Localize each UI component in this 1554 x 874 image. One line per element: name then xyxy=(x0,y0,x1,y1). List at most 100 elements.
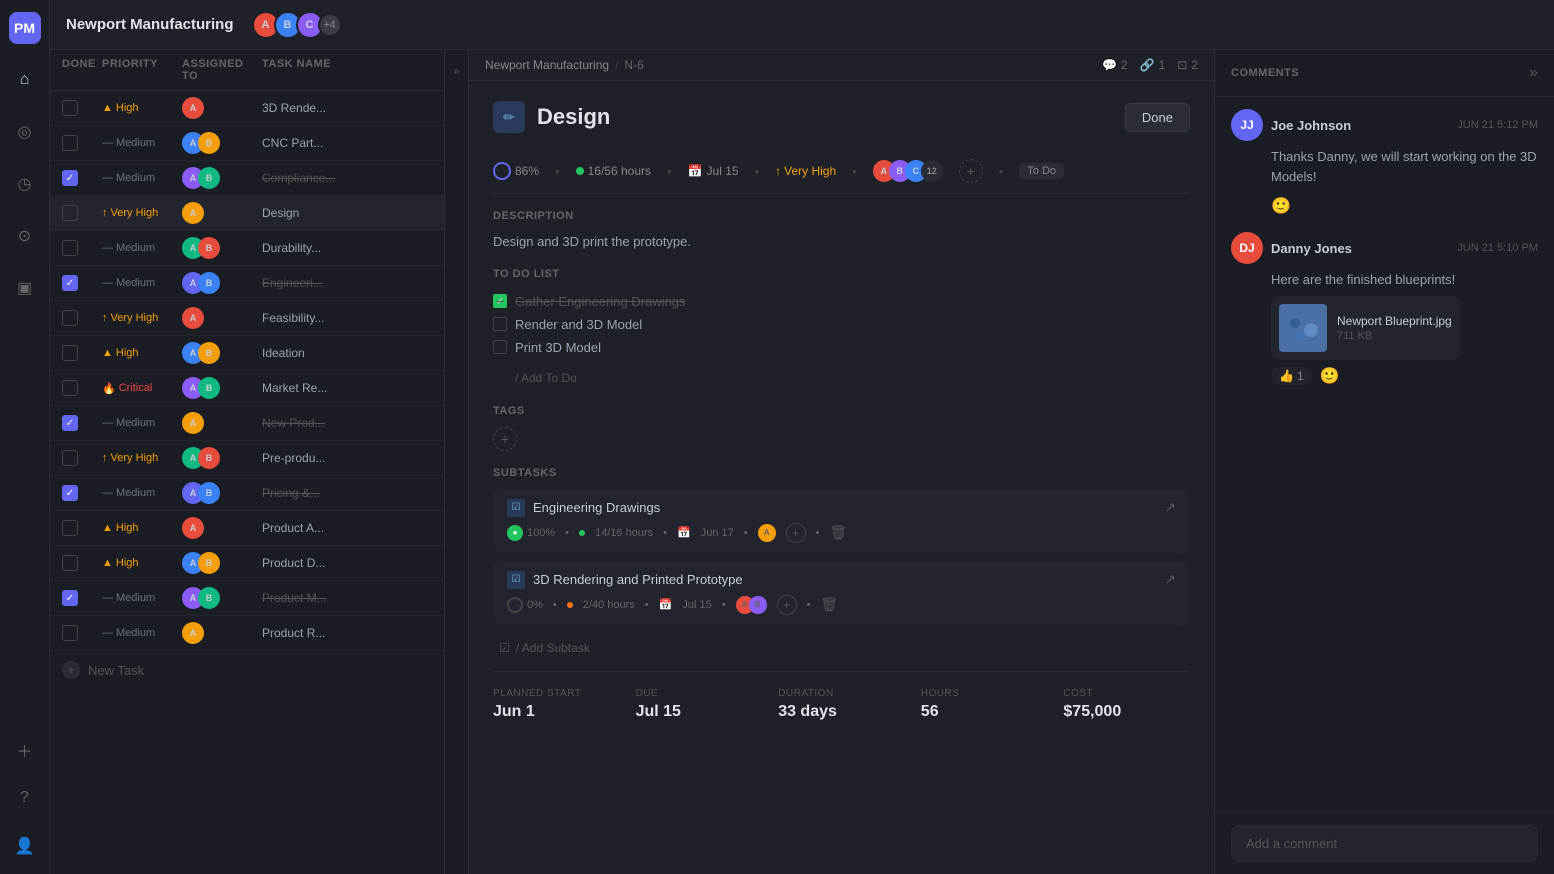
expand-collapse-btn[interactable]: » xyxy=(445,50,469,874)
task-row[interactable]: ▲High A B Ideation xyxy=(50,336,444,371)
task-checkbox-0[interactable] xyxy=(62,100,78,116)
task-row[interactable]: —Medium A B CNC Part... xyxy=(50,126,444,161)
task-checkbox-2[interactable]: ✓ xyxy=(62,170,78,186)
add-subtask-button[interactable]: ☑ / Add Subtask xyxy=(493,633,1190,655)
subtask-1-add-btn[interactable]: + xyxy=(786,523,806,543)
task-checkbox-1[interactable] xyxy=(62,135,78,151)
task-done-check[interactable] xyxy=(62,345,102,361)
user-profile-icon[interactable]: 👤 xyxy=(9,830,41,862)
assignee-avatar: A xyxy=(182,307,204,329)
subtask-item-1: ☑ Engineering Drawings ↗ ● 100% • 14/16 … xyxy=(493,489,1190,553)
add-todo-button[interactable]: / Add To Do xyxy=(493,367,1190,389)
subtask-2-name[interactable]: 3D Rendering and Printed Prototype xyxy=(533,572,1156,587)
col-assigned: ASSIGNED TO xyxy=(182,58,262,82)
subtask-2-link-icon[interactable]: ↗ xyxy=(1164,571,1176,588)
add-icon[interactable]: ＋ xyxy=(9,734,41,766)
task-done-check[interactable] xyxy=(62,450,102,466)
task-done-check[interactable]: ✓ xyxy=(62,590,102,606)
task-row[interactable]: ✓ —Medium A B Product M... xyxy=(50,581,444,616)
task-priority-9: —Medium xyxy=(102,417,182,429)
status-meta[interactable]: To Do xyxy=(1019,163,1064,179)
done-button[interactable]: Done xyxy=(1125,103,1190,132)
task-checkbox-3[interactable] xyxy=(62,205,78,221)
home-icon[interactable]: ⌂ xyxy=(9,64,41,96)
app-logo[interactable]: PM xyxy=(9,12,41,44)
task-checkbox-15[interactable] xyxy=(62,625,78,641)
task-done-check[interactable]: ✓ xyxy=(62,170,102,186)
task-done-check[interactable] xyxy=(62,380,102,396)
task-checkbox-6[interactable] xyxy=(62,310,78,326)
task-row[interactable]: ↑Very High A Design xyxy=(50,196,444,231)
add-task-row[interactable]: + New Task xyxy=(50,651,444,689)
task-row[interactable]: ✓ —Medium A New Prod... xyxy=(50,406,444,441)
folder-icon[interactable]: ▣ xyxy=(9,272,41,304)
task-checkbox-10[interactable] xyxy=(62,450,78,466)
comment-2-emoji-btn[interactable]: 🙂 xyxy=(1320,366,1340,386)
subtask-1-delete-btn[interactable]: 🗑 xyxy=(829,524,847,541)
subtask-1-name[interactable]: Engineering Drawings xyxy=(533,500,1156,515)
task-row[interactable]: ▲High A B Product D... xyxy=(50,546,444,581)
notifications-icon[interactable]: ◎ xyxy=(9,116,41,148)
todo-check-2[interactable] xyxy=(493,317,507,331)
todo-item-3[interactable]: Print 3D Model xyxy=(493,336,1190,359)
breadcrumb-project[interactable]: Newport Manufacturing xyxy=(485,58,609,72)
task-checkbox-4[interactable] xyxy=(62,240,78,256)
subtask-2-delete-btn[interactable]: 🗑 xyxy=(820,596,838,613)
assignee-avatar: B xyxy=(198,237,220,259)
comment-1-emoji-btn[interactable]: 🙂 xyxy=(1271,198,1291,215)
detail-body: ✏ Design Done 86% • 16/56 hours • xyxy=(469,81,1214,757)
member-count-badge[interactable]: +4 xyxy=(318,13,342,37)
comment-2-attachment[interactable]: Newport Blueprint.jpg 711 KB xyxy=(1271,296,1460,360)
task-row[interactable]: ↑Very High A Feasibility... xyxy=(50,301,444,336)
todo-check-3[interactable] xyxy=(493,340,507,354)
task-done-check[interactable] xyxy=(62,520,102,536)
task-row[interactable]: ▲High A Product A... xyxy=(50,511,444,546)
task-checkbox-9[interactable]: ✓ xyxy=(62,415,78,431)
comment-1-text: Thanks Danny, we will start working on t… xyxy=(1231,147,1538,186)
subtask-1-link-icon[interactable]: ↗ xyxy=(1164,499,1176,516)
subtask-2-add-btn[interactable]: + xyxy=(777,595,797,615)
todo-item-1[interactable]: ✓ Gather Engineering Drawings xyxy=(493,290,1190,313)
task-row[interactable]: ✓ —Medium A B Compliance... xyxy=(50,161,444,196)
task-done-check[interactable] xyxy=(62,625,102,641)
task-done-check[interactable] xyxy=(62,205,102,221)
subtask-2-avatar-2[interactable]: B xyxy=(749,596,767,614)
assignee-avatar: A xyxy=(182,97,204,119)
task-done-check[interactable] xyxy=(62,310,102,326)
help-icon[interactable]: ? xyxy=(9,782,41,814)
collapse-comments-btn[interactable]: » xyxy=(1529,64,1538,82)
task-row[interactable]: ▲High A 3D Rende... xyxy=(50,91,444,126)
task-row[interactable]: ✓ —Medium A B Engineeri... xyxy=(50,266,444,301)
task-done-check[interactable] xyxy=(62,100,102,116)
task-row[interactable]: 🔥Critical A B Market Re... xyxy=(50,371,444,406)
task-checkbox-7[interactable] xyxy=(62,345,78,361)
task-done-check[interactable]: ✓ xyxy=(62,485,102,501)
task-checkbox-5[interactable]: ✓ xyxy=(62,275,78,291)
add-tag-button[interactable]: + xyxy=(493,427,517,451)
task-checkbox-14[interactable]: ✓ xyxy=(62,590,78,606)
task-row[interactable]: ↑Very High A B Pre-produ... xyxy=(50,441,444,476)
task-checkbox-11[interactable]: ✓ xyxy=(62,485,78,501)
task-done-check[interactable] xyxy=(62,135,102,151)
users-icon[interactable]: ⊙ xyxy=(9,220,41,252)
assignee-count[interactable]: 12 xyxy=(921,160,943,182)
assignee-avatar: A xyxy=(182,202,204,224)
task-row[interactable]: ✓ —Medium A B Pricing &... xyxy=(50,476,444,511)
comment-input-field[interactable] xyxy=(1231,825,1538,862)
task-done-check[interactable] xyxy=(62,555,102,571)
task-done-check[interactable]: ✓ xyxy=(62,275,102,291)
add-assignee-button[interactable]: + xyxy=(959,159,983,183)
task-done-check[interactable]: ✓ xyxy=(62,415,102,431)
task-checkbox-12[interactable] xyxy=(62,520,78,536)
task-done-check[interactable] xyxy=(62,240,102,256)
todo-item-2[interactable]: Render and 3D Model xyxy=(493,313,1190,336)
comments-panel: COMMENTS » JJ Joe Johnson JUN 21 5:12 PM… xyxy=(1214,50,1554,874)
task-row[interactable]: —Medium A B Durability... xyxy=(50,231,444,266)
task-row[interactable]: —Medium A Product R... xyxy=(50,616,444,651)
clock-icon[interactable]: ◷ xyxy=(9,168,41,200)
task-checkbox-8[interactable] xyxy=(62,380,78,396)
reaction-thumbsup[interactable]: 👍 1 xyxy=(1271,367,1312,385)
task-type-icon: ✏ xyxy=(493,101,525,133)
subtask-1-avatar[interactable]: A xyxy=(758,524,776,542)
task-checkbox-13[interactable] xyxy=(62,555,78,571)
